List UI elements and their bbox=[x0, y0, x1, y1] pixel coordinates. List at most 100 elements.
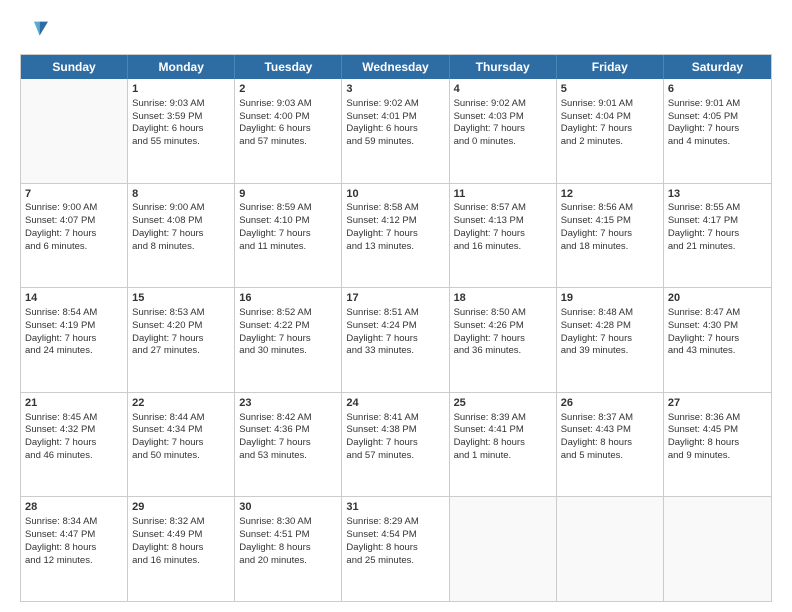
day-info-line: Sunset: 4:17 PM bbox=[668, 215, 767, 228]
calendar-cell: 22Sunrise: 8:44 AMSunset: 4:34 PMDayligh… bbox=[128, 393, 235, 497]
calendar-cell: 10Sunrise: 8:58 AMSunset: 4:12 PMDayligh… bbox=[342, 184, 449, 288]
calendar-cell: 28Sunrise: 8:34 AMSunset: 4:47 PMDayligh… bbox=[21, 497, 128, 601]
day-info-line: Sunset: 4:07 PM bbox=[25, 215, 123, 228]
day-info-line: Daylight: 7 hours bbox=[561, 123, 659, 136]
day-number: 21 bbox=[25, 396, 123, 411]
calendar-cell: 30Sunrise: 8:30 AMSunset: 4:51 PMDayligh… bbox=[235, 497, 342, 601]
day-number: 12 bbox=[561, 187, 659, 202]
day-info-line: Sunrise: 8:59 AM bbox=[239, 202, 337, 215]
day-info-line: Sunset: 4:51 PM bbox=[239, 529, 337, 542]
calendar-cell bbox=[664, 497, 771, 601]
day-info-line: Sunrise: 9:02 AM bbox=[454, 98, 552, 111]
day-info-line: Daylight: 7 hours bbox=[239, 437, 337, 450]
day-info-line: Daylight: 7 hours bbox=[25, 228, 123, 241]
day-number: 15 bbox=[132, 291, 230, 306]
calendar-header: SundayMondayTuesdayWednesdayThursdayFrid… bbox=[21, 55, 771, 79]
calendar-cell: 23Sunrise: 8:42 AMSunset: 4:36 PMDayligh… bbox=[235, 393, 342, 497]
day-info-line: Daylight: 7 hours bbox=[132, 228, 230, 241]
day-info-line: Sunset: 4:47 PM bbox=[25, 529, 123, 542]
day-info-line: Sunset: 4:34 PM bbox=[132, 424, 230, 437]
day-info-line: Daylight: 8 hours bbox=[454, 437, 552, 450]
day-info-line: Sunset: 4:19 PM bbox=[25, 320, 123, 333]
day-info-line: and 55 minutes. bbox=[132, 136, 230, 149]
calendar-cell: 3Sunrise: 9:02 AMSunset: 4:01 PMDaylight… bbox=[342, 79, 449, 183]
day-info-line: and 16 minutes. bbox=[454, 241, 552, 254]
calendar-cell: 20Sunrise: 8:47 AMSunset: 4:30 PMDayligh… bbox=[664, 288, 771, 392]
day-info-line: Sunrise: 8:29 AM bbox=[346, 516, 444, 529]
calendar-cell: 24Sunrise: 8:41 AMSunset: 4:38 PMDayligh… bbox=[342, 393, 449, 497]
calendar-cell: 25Sunrise: 8:39 AMSunset: 4:41 PMDayligh… bbox=[450, 393, 557, 497]
day-info-line: Daylight: 8 hours bbox=[132, 542, 230, 555]
day-info-line: Sunrise: 8:37 AM bbox=[561, 412, 659, 425]
calendar-cell bbox=[450, 497, 557, 601]
day-info-line: and 39 minutes. bbox=[561, 345, 659, 358]
day-info-line: Sunset: 4:38 PM bbox=[346, 424, 444, 437]
day-number: 14 bbox=[25, 291, 123, 306]
day-info-line: Daylight: 8 hours bbox=[668, 437, 767, 450]
page: SundayMondayTuesdayWednesdayThursdayFrid… bbox=[0, 0, 792, 612]
day-info-line: Sunrise: 8:57 AM bbox=[454, 202, 552, 215]
day-info-line: and 18 minutes. bbox=[561, 241, 659, 254]
day-info-line: Sunset: 4:13 PM bbox=[454, 215, 552, 228]
day-info-line: Sunset: 4:32 PM bbox=[25, 424, 123, 437]
day-info-line: Sunrise: 8:53 AM bbox=[132, 307, 230, 320]
day-info-line: and 16 minutes. bbox=[132, 555, 230, 568]
day-info-line: Sunrise: 8:42 AM bbox=[239, 412, 337, 425]
day-info-line: Sunrise: 9:01 AM bbox=[668, 98, 767, 111]
day-number: 16 bbox=[239, 291, 337, 306]
calendar-row: 21Sunrise: 8:45 AMSunset: 4:32 PMDayligh… bbox=[21, 393, 771, 498]
calendar-cell: 13Sunrise: 8:55 AMSunset: 4:17 PMDayligh… bbox=[664, 184, 771, 288]
day-number: 2 bbox=[239, 82, 337, 97]
day-info-line: Sunset: 4:28 PM bbox=[561, 320, 659, 333]
calendar-cell: 7Sunrise: 9:00 AMSunset: 4:07 PMDaylight… bbox=[21, 184, 128, 288]
day-info-line: Sunrise: 8:50 AM bbox=[454, 307, 552, 320]
day-info-line: Daylight: 8 hours bbox=[239, 542, 337, 555]
day-info-line: Sunrise: 9:00 AM bbox=[132, 202, 230, 215]
day-number: 27 bbox=[668, 396, 767, 411]
calendar-header-cell: Thursday bbox=[450, 55, 557, 79]
day-number: 10 bbox=[346, 187, 444, 202]
calendar-row: 7Sunrise: 9:00 AMSunset: 4:07 PMDaylight… bbox=[21, 184, 771, 289]
day-info-line: and 12 minutes. bbox=[25, 555, 123, 568]
day-number: 18 bbox=[454, 291, 552, 306]
calendar-cell: 21Sunrise: 8:45 AMSunset: 4:32 PMDayligh… bbox=[21, 393, 128, 497]
day-number: 6 bbox=[668, 82, 767, 97]
day-info-line: Daylight: 7 hours bbox=[25, 333, 123, 346]
day-info-line: and 25 minutes. bbox=[346, 555, 444, 568]
day-info-line: Sunset: 4:04 PM bbox=[561, 111, 659, 124]
day-info-line: Sunset: 4:20 PM bbox=[132, 320, 230, 333]
day-info-line: and 1 minute. bbox=[454, 450, 552, 463]
day-info-line: Daylight: 7 hours bbox=[561, 333, 659, 346]
day-number: 1 bbox=[132, 82, 230, 97]
day-info-line: and 11 minutes. bbox=[239, 241, 337, 254]
day-info-line: Sunrise: 8:32 AM bbox=[132, 516, 230, 529]
day-info-line: Sunset: 4:22 PM bbox=[239, 320, 337, 333]
calendar-cell: 1Sunrise: 9:03 AMSunset: 3:59 PMDaylight… bbox=[128, 79, 235, 183]
day-info-line: and 21 minutes. bbox=[668, 241, 767, 254]
day-info-line: and 43 minutes. bbox=[668, 345, 767, 358]
day-info-line: Sunrise: 8:48 AM bbox=[561, 307, 659, 320]
day-info-line: Daylight: 6 hours bbox=[239, 123, 337, 136]
day-info-line: Daylight: 8 hours bbox=[346, 542, 444, 555]
calendar-cell bbox=[21, 79, 128, 183]
day-info-line: Sunrise: 8:39 AM bbox=[454, 412, 552, 425]
day-info-line: Daylight: 8 hours bbox=[25, 542, 123, 555]
day-number: 25 bbox=[454, 396, 552, 411]
day-info-line: and 5 minutes. bbox=[561, 450, 659, 463]
day-number: 26 bbox=[561, 396, 659, 411]
day-info-line: Sunset: 4:43 PM bbox=[561, 424, 659, 437]
day-number: 23 bbox=[239, 396, 337, 411]
calendar-cell: 29Sunrise: 8:32 AMSunset: 4:49 PMDayligh… bbox=[128, 497, 235, 601]
day-info-line: Sunset: 4:24 PM bbox=[346, 320, 444, 333]
day-number: 4 bbox=[454, 82, 552, 97]
day-info-line: Daylight: 7 hours bbox=[668, 123, 767, 136]
calendar-cell: 31Sunrise: 8:29 AMSunset: 4:54 PMDayligh… bbox=[342, 497, 449, 601]
day-info-line: Sunset: 4:12 PM bbox=[346, 215, 444, 228]
calendar-cell: 19Sunrise: 8:48 AMSunset: 4:28 PMDayligh… bbox=[557, 288, 664, 392]
day-info-line: Daylight: 7 hours bbox=[132, 333, 230, 346]
day-info-line: Daylight: 7 hours bbox=[561, 228, 659, 241]
day-info-line: Sunset: 4:41 PM bbox=[454, 424, 552, 437]
day-info-line: Sunrise: 8:56 AM bbox=[561, 202, 659, 215]
day-info-line: and 13 minutes. bbox=[346, 241, 444, 254]
day-info-line: Daylight: 7 hours bbox=[668, 228, 767, 241]
